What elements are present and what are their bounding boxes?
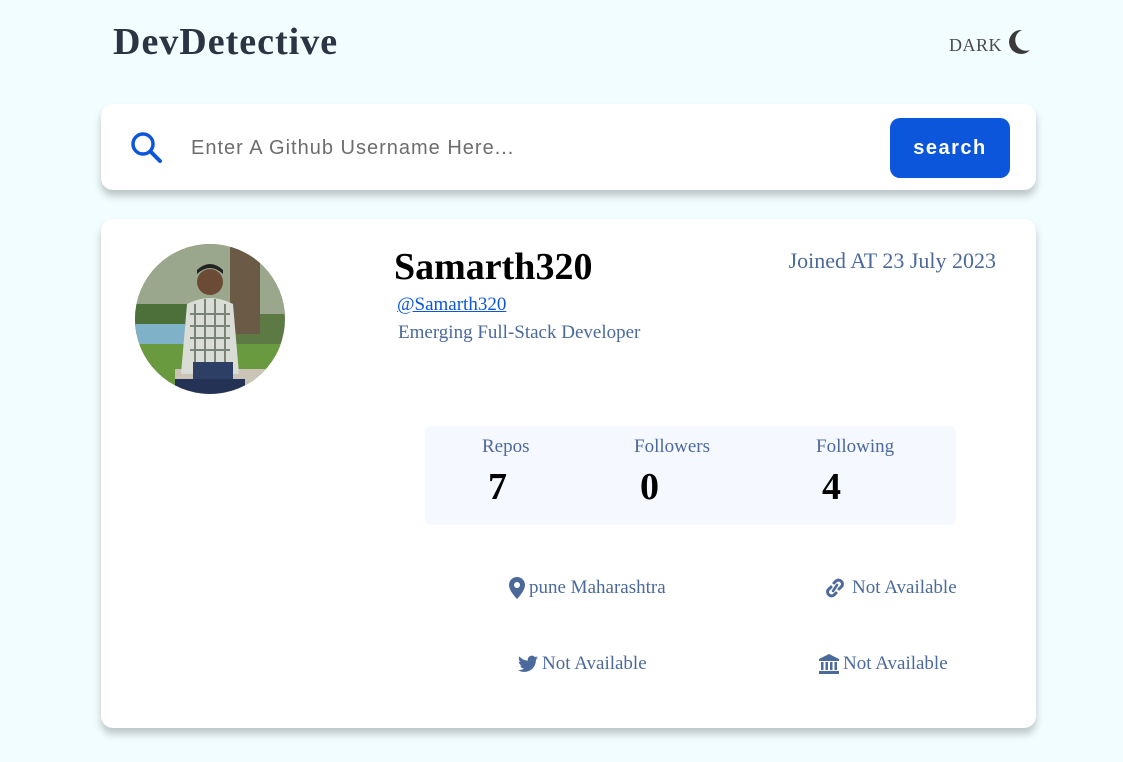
app-page: DevDetective DARK search (0, 0, 1123, 762)
stat-label: Following (816, 436, 895, 457)
building-icon (819, 654, 839, 674)
theme-toggle-label: DARK (949, 34, 1003, 55)
twitter-text: Not Available (542, 653, 647, 674)
stat-value: 0 (640, 466, 659, 508)
search-button[interactable]: search (890, 118, 1010, 178)
stat-value: 4 (822, 466, 841, 508)
location-text: pune Maharashtra (529, 577, 666, 598)
app-title: DevDetective (113, 21, 339, 63)
stat-label: Followers (634, 436, 710, 457)
moon-icon (1006, 28, 1032, 56)
joined-date: Joined AT 23 July 2023 (788, 248, 996, 273)
stat-label: Repos (482, 436, 530, 457)
profile-name: Samarth320 (394, 246, 593, 288)
profile-card: Samarth320 Joined AT 23 July 2023 @Samar… (101, 219, 1036, 728)
location-info: pune Maharashtra (509, 577, 666, 599)
profile-username-link[interactable]: @Samarth320 (397, 294, 506, 316)
theme-toggle[interactable]: DARK (949, 28, 1032, 56)
twitter-info: Not Available (518, 653, 647, 675)
stat-value: 7 (488, 466, 507, 508)
link-icon (822, 578, 848, 598)
company-info: Not Available (819, 653, 948, 675)
search-input[interactable] (189, 130, 873, 166)
profile-bio: Emerging Full-Stack Developer (398, 322, 641, 343)
website-text: Not Available (852, 577, 957, 598)
avatar (135, 244, 285, 394)
location-pin-icon (509, 577, 525, 599)
stats-panel: Repos 7 Followers 0 Following 4 (425, 426, 956, 525)
search-icon (130, 131, 164, 170)
website-info: Not Available (822, 577, 957, 599)
search-bar: search (101, 104, 1036, 190)
twitter-icon (518, 655, 538, 673)
company-text: Not Available (843, 653, 948, 674)
